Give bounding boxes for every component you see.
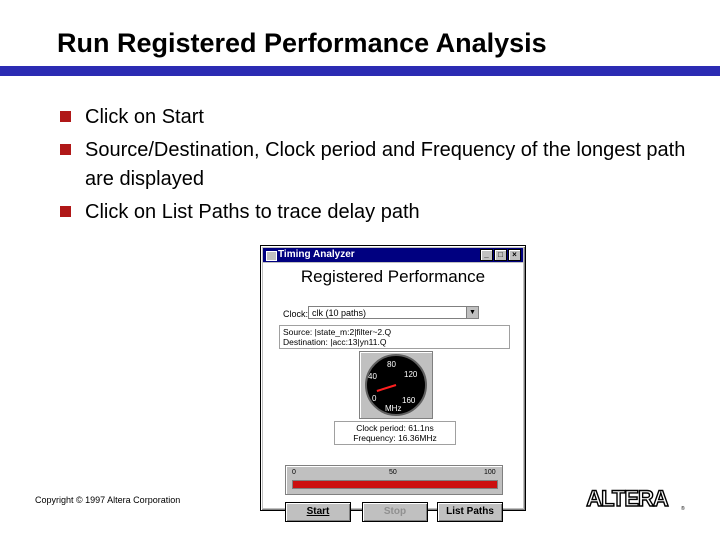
clock-period-text: Clock period: 61.1ns [356,423,434,433]
source-text: Source: |state_m:2|filter~2.Q [283,327,392,337]
copyright-text: Copyright © 1997 Altera Corporation [35,495,181,505]
progress-panel: 0 50 100 [285,465,503,495]
frequency-text: Frequency: 16.36MHz [353,433,437,443]
list-paths-button-label: List Paths [446,506,494,517]
minimize-button[interactable]: _ [480,249,493,261]
maximize-button[interactable]: □ [494,249,507,261]
gauge-tick-label: 80 [387,360,396,369]
clock-label: Clock: [283,309,309,319]
registered-performance-heading: Registered Performance [300,267,486,286]
bullet-square-icon [60,111,71,122]
progress-fill [293,481,497,488]
gauge-tick-label: 0 [372,394,377,403]
timing-analyzer-window: Timing Analyzer _ □ × Registered Perform… [260,245,526,522]
progress-bar [292,480,498,489]
frequency-gauge: 80 40 120 0 160 MHz [359,351,433,419]
bullet-list: Click on Start Source/Destination, Clock… [60,103,710,231]
start-button-label: Start [306,506,330,517]
bullet-square-icon [60,206,71,217]
window-title: Timing Analyzer [278,249,355,260]
gauge-tick-label: 160 [402,396,416,405]
bullet-text: Click on List Paths to trace delay path [85,201,420,223]
progress-tick-label: 0 [292,469,296,476]
start-button[interactable]: Start [285,502,351,522]
clock-frequency-box: Clock period: 61.1ns Frequency: 16.36MHz [334,421,456,445]
gauge-tick-label: 120 [404,370,418,379]
close-button[interactable]: × [508,249,521,261]
path-info-box: Source: |state_m:2|filter~2.Q Destinatio… [279,325,510,349]
bullet-square-icon [60,144,71,155]
svg-text:®: ® [681,505,685,512]
stop-button-label: Stop [383,506,407,517]
title-rule [0,66,720,76]
bullet-text: Click on Start [85,106,204,128]
slide-title: Run Registered Performance Analysis [57,28,547,58]
bullet-item: Source/Destination, Clock period and Fre… [60,136,710,194]
gauge-tick-label: 40 [368,372,377,381]
bullet-item: Click on Start [60,103,710,132]
list-paths-button[interactable]: List Paths [437,502,503,522]
gauge-unit-label: MHz [385,404,402,413]
stop-button[interactable]: Stop [362,502,428,522]
bullet-item: Click on List Paths to trace delay path [60,198,710,227]
window-titlebar[interactable]: Timing Analyzer _ □ × [263,248,523,262]
progress-tick-label: 100 [484,469,496,476]
clock-select-value: clk (10 paths) [312,308,367,318]
window-content: Registered Performance Clock: clk (10 pa… [263,263,523,522]
chevron-down-icon[interactable]: ▼ [466,307,478,318]
app-icon [266,251,277,261]
altera-logo: ALTERA ® [577,485,685,512]
destination-text: Destination: |acc:13|yn11.Q [283,337,387,347]
progress-tick-label: 50 [389,469,397,476]
logo-wordmark: ALTERA [586,486,669,511]
bullet-text: Source/Destination, Clock period and Fre… [85,139,686,190]
clock-select[interactable]: clk (10 paths) ▼ [308,306,479,319]
